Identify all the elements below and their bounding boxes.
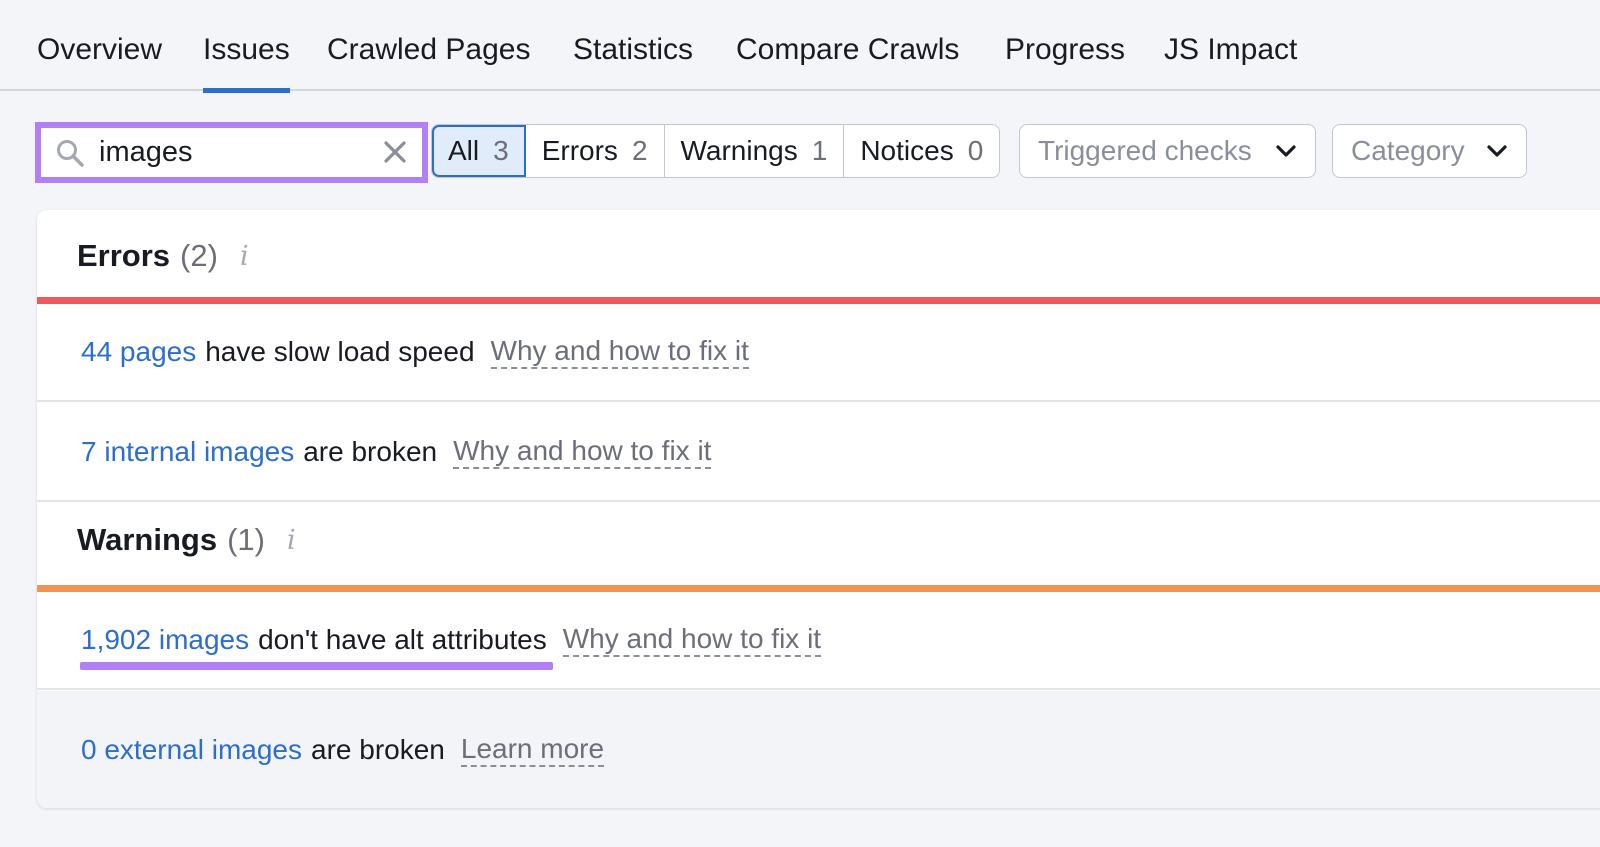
filter-count: 2 [631, 135, 648, 166]
filter-count: 0 [967, 135, 984, 166]
errors-section-header: Errors (2) i [37, 210, 1600, 302]
filter-label: All [448, 135, 480, 166]
highlight-underline [80, 662, 553, 670]
issue-text: have slow load speed [205, 336, 475, 367]
issue-link[interactable]: 44 pages [81, 336, 196, 368]
tab-issues[interactable]: Issues [203, 30, 290, 93]
issue-link[interactable]: 0 external images [81, 734, 302, 766]
dropdown-label: Triggered checks [1038, 135, 1252, 166]
filter-errors[interactable]: Errors 2 [525, 125, 665, 177]
warnings-section-header: Warnings (1) i [37, 500, 1600, 580]
issue-text: are broken [303, 436, 438, 467]
filter-notices[interactable]: Notices 0 [844, 125, 1000, 177]
tab-bar: Overview Issues Crawled Pages Statistics… [0, 0, 1600, 93]
tab-overview[interactable]: Overview [37, 30, 162, 91]
tab-crawled-pages[interactable]: Crawled Pages [327, 30, 530, 91]
search-box [35, 122, 428, 183]
errors-color-bar [37, 297, 1600, 304]
tab-compare-crawls[interactable]: Compare Crawls [736, 30, 959, 91]
chevron-down-icon [1276, 145, 1296, 157]
why-fix-link[interactable]: Why and how to fix it [490, 335, 749, 369]
issue-link[interactable]: 7 internal images [81, 436, 294, 468]
tab-statistics[interactable]: Statistics [573, 30, 693, 91]
tab-js-impact[interactable]: JS Impact [1164, 30, 1297, 91]
section-count: (1) [227, 522, 265, 557]
issue-text: don't have alt attributes [258, 624, 547, 655]
issues-card: Errors (2) i 44 pages have slow load spe… [37, 210, 1600, 808]
dropdown-label: Category [1351, 135, 1465, 166]
info-icon[interactable]: i [287, 525, 296, 556]
tab-progress[interactable]: Progress [1005, 30, 1125, 91]
category-dropdown[interactable]: Category [1332, 124, 1527, 178]
close-icon[interactable] [382, 139, 408, 165]
filter-label: Warnings [680, 135, 798, 166]
filter-all[interactable]: All 3 [432, 125, 526, 177]
chevron-down-icon [1487, 145, 1507, 157]
triggered-checks-dropdown[interactable]: Triggered checks [1019, 124, 1316, 178]
filter-label: Errors [541, 135, 618, 166]
filter-count: 3 [493, 135, 509, 166]
search-input[interactable] [99, 132, 369, 172]
filter-label: Notices [860, 135, 954, 166]
why-fix-link[interactable]: Why and how to fix it [453, 435, 712, 469]
issue-row: 7 internal images are broken Why and how… [37, 404, 1600, 502]
why-fix-link[interactable]: Why and how to fix it [562, 623, 822, 657]
issue-row: 0 external images are broken Learn more [37, 691, 1600, 808]
filter-count: 1 [811, 135, 828, 166]
issue-link[interactable]: 1,902 images [81, 624, 249, 656]
section-title: Errors [77, 238, 171, 273]
warnings-color-bar [37, 585, 1600, 592]
search-icon [57, 140, 84, 167]
section-title: Warnings [77, 522, 218, 557]
filter-warnings[interactable]: Warnings 1 [664, 125, 845, 177]
learn-more-link[interactable]: Learn more [460, 733, 605, 767]
issue-row: 1,902 images don't have alt attributes W… [37, 592, 1600, 690]
issue-row: 44 pages have slow load speed Why and ho… [37, 304, 1600, 402]
issue-type-filter: All 3 Errors 2 Warnings 1 Notices 0 [431, 124, 1001, 178]
section-count: (2) [180, 238, 218, 273]
info-icon[interactable]: i [240, 241, 249, 272]
issue-text: are broken [311, 733, 445, 765]
